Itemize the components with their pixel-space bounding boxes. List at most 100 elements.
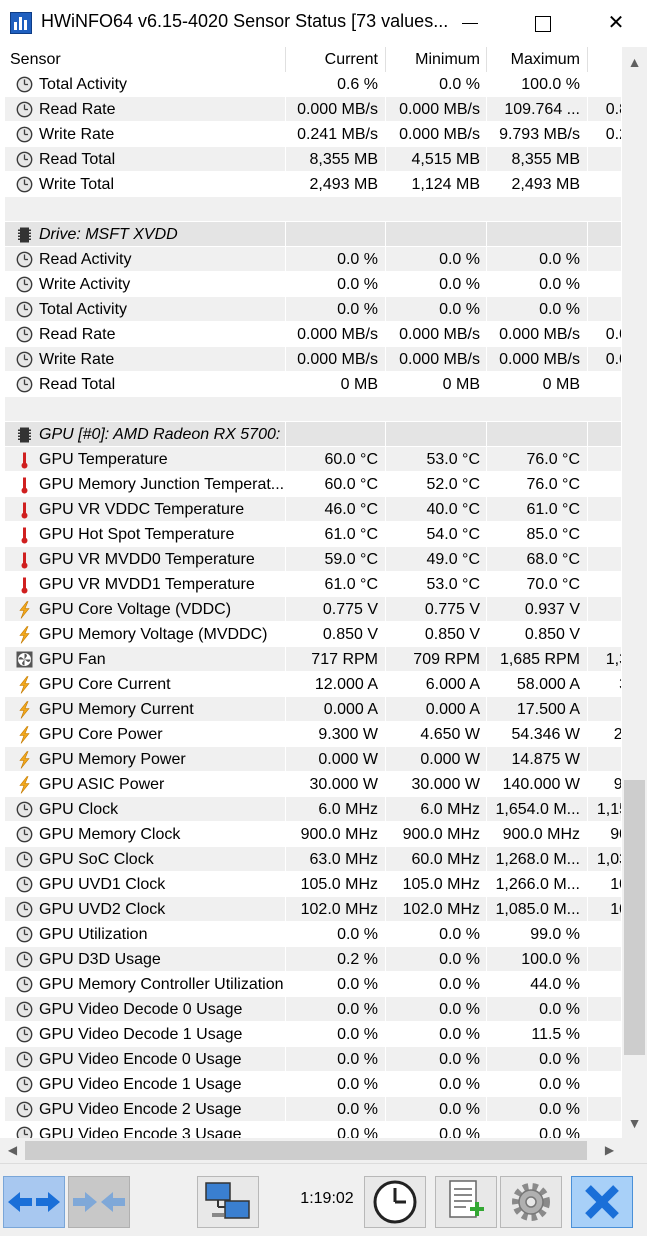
sensor-name-cell: GPU Utilization <box>10 922 285 946</box>
current-value: 61.0 °C <box>324 576 378 593</box>
current-value: 0.000 A <box>323 701 378 718</box>
table-row[interactable]: Read Rate 0.000 MB/s 0.000 MB/s 109.764 ...… <box>5 97 621 122</box>
column-header-maximum[interactable]: Maximum <box>487 47 586 71</box>
horizontal-scroll-thumb[interactable] <box>25 1141 587 1160</box>
table-row[interactable]: GPU Video Encode 1 Usage 0.0 % 0.0 % 0.0 % <box>5 1072 621 1097</box>
table-row[interactable]: GPU Memory Controller Utilization 0.0 % 0.… <box>5 972 621 997</box>
table-row[interactable]: GPU Core Power 9.300 W 4.650 W 54.346 W 2( <box>5 722 621 747</box>
table-row[interactable]: Read Activity 0.0 % 0.0 % 0.0 % <box>5 247 621 272</box>
sensor-name-cell: GPU Memory Controller Utilization <box>10 972 285 996</box>
maximize-icon <box>535 15 551 32</box>
table-row[interactable]: GPU Video Encode 3 Usage 0.0 % 0.0 % 0.0 % <box>5 1122 621 1138</box>
vertical-scroll-thumb[interactable] <box>624 780 645 1055</box>
average-value: 0.2 <box>605 126 621 143</box>
scrollbar-corner <box>622 1138 647 1163</box>
nav-collapse-button[interactable] <box>68 1176 130 1228</box>
table-row[interactable]: GPU D3D Usage 0.2 % 0.0 % 100.0 % <box>5 947 621 972</box>
clock-icon <box>16 301 33 318</box>
column-header-current[interactable]: Current <box>286 47 384 71</box>
table-row[interactable]: Read Rate 0.000 MB/s 0.000 MB/s 0.000 MB/s 0… <box>5 322 621 347</box>
scroll-up-icon[interactable]: ▲ <box>622 47 647 77</box>
current-value: 0.0 % <box>337 1001 378 1018</box>
maximum-value: 0 MB <box>542 376 580 393</box>
scroll-right-icon[interactable]: ▶ <box>597 1138 622 1163</box>
scroll-down-icon[interactable]: ▼ <box>622 1108 647 1138</box>
maximum-value: 70.0 °C <box>526 576 580 593</box>
table-row[interactable]: GPU Memory Junction Temperat... 60.0 °C 52… <box>5 472 621 497</box>
lightning-icon <box>16 726 33 744</box>
column-header-minimum[interactable]: Minimum <box>386 47 486 71</box>
maximum-value: 1,685 RPM <box>499 651 580 668</box>
table-row[interactable]: GPU VR MVDD0 Temperature 59.0 °C 49.0 °C 68… <box>5 547 621 572</box>
table-row[interactable]: Write Total 2,493 MB 1,124 MB 2,493 MB <box>5 172 621 197</box>
table-row[interactable]: GPU Video Encode 0 Usage 0.0 % 0.0 % 0.0 % <box>5 1047 621 1072</box>
maximize-button[interactable] <box>513 0 573 46</box>
scroll-left-icon[interactable]: ◀ <box>0 1138 25 1163</box>
vertical-scrollbar[interactable]: ▲ ▼ <box>622 47 647 1138</box>
table-row[interactable]: Total Activity 0.0 % 0.0 % 0.0 % <box>5 297 621 322</box>
table-row[interactable]: Write Rate 0.000 MB/s 0.000 MB/s 0.000 MB/s… <box>5 347 621 372</box>
maximum-value: 14.875 W <box>511 751 580 768</box>
sensor-group-row[interactable]: Drive: MSFT XVDD <box>5 222 621 247</box>
sensor-table[interactable]: Sensor Current Minimum Maximum Total Act… <box>5 47 621 1138</box>
title-bar[interactable]: HWiNFO64 v6.15-4020 Sensor Status [73 va… <box>0 0 647 46</box>
sensor-label: Total Activity <box>39 301 128 318</box>
minimum-value: 49.0 °C <box>426 551 480 568</box>
table-row[interactable]: Total Activity 0.6 % 0.0 % 100.0 % <box>5 72 621 97</box>
network-button[interactable] <box>197 1176 259 1228</box>
table-row[interactable]: GPU Core Voltage (VDDC) 0.775 V 0.775 V 0.9… <box>5 597 621 622</box>
current-value: 717 RPM <box>311 651 378 668</box>
table-row[interactable]: GPU Temperature 60.0 °C 53.0 °C 76.0 °C <box>5 447 621 472</box>
table-row[interactable]: GPU Memory Current 0.000 A 0.000 A 17.500 A <box>5 697 621 722</box>
table-row[interactable]: GPU UVD2 Clock 102.0 MHz 102.0 MHz 1,085.0 … <box>5 897 621 922</box>
average-value <box>588 447 621 471</box>
minimum-value: 0.0 % <box>439 1051 480 1068</box>
window-close-button[interactable]: ✕ <box>586 0 646 46</box>
table-row[interactable]: GPU Video Encode 2 Usage 0.0 % 0.0 % 0.0 % <box>5 1097 621 1122</box>
current-value: 0.0 % <box>337 1076 378 1093</box>
table-row[interactable]: GPU Video Decode 1 Usage 0.0 % 0.0 % 11.5 % <box>5 1022 621 1047</box>
table-row[interactable]: Write Activity 0.0 % 0.0 % 0.0 % <box>5 272 621 297</box>
average-value: 0.0 <box>605 351 621 368</box>
sensor-name-cell: Read Activity <box>10 247 285 271</box>
table-row[interactable]: Read Total 0 MB 0 MB 0 MB <box>5 372 621 397</box>
sensor-group-row[interactable]: GPU [#0]: AMD Radeon RX 5700: <box>5 422 621 447</box>
clock-icon <box>16 1026 33 1043</box>
table-row[interactable]: Write Rate 0.241 MB/s 0.000 MB/s 9.793 MB/s… <box>5 122 621 147</box>
table-row[interactable]: GPU Utilization 0.0 % 0.0 % 99.0 % <box>5 922 621 947</box>
table-row[interactable]: GPU VR VDDC Temperature 46.0 °C 40.0 °C 61.… <box>5 497 621 522</box>
table-row[interactable]: GPU Clock 6.0 MHz 6.0 MHz 1,654.0 M... 1,15 <box>5 797 621 822</box>
nav-left-right-button[interactable] <box>3 1176 65 1228</box>
maximum-value: 100.0 % <box>521 951 580 968</box>
table-row[interactable]: GPU ASIC Power 30.000 W 30.000 W 140.000 W 9… <box>5 772 621 797</box>
table-row[interactable]: GPU VR MVDD1 Temperature 61.0 °C 53.0 °C 70… <box>5 572 621 597</box>
table-row[interactable]: GPU Fan 717 RPM 709 RPM 1,685 RPM 1,3 <box>5 647 621 672</box>
settings-button[interactable] <box>500 1176 562 1228</box>
table-row[interactable]: GPU SoC Clock 63.0 MHz 60.0 MHz 1,268.0 M..… <box>5 847 621 872</box>
table-row[interactable]: GPU Video Decode 0 Usage 0.0 % 0.0 % 0.0 % <box>5 997 621 1022</box>
column-header-sensor[interactable]: Sensor <box>10 47 285 71</box>
current-value: 6.0 MHz <box>318 801 378 818</box>
minimum-value: 0.0 % <box>439 251 480 268</box>
sensor-name-cell: GPU Video Encode 0 Usage <box>10 1047 285 1071</box>
clock-button[interactable] <box>364 1176 426 1228</box>
current-value: 0 MB <box>340 376 378 393</box>
report-button[interactable] <box>435 1176 497 1228</box>
table-row[interactable]: GPU Memory Power 0.000 W 0.000 W 14.875 W ( <box>5 747 621 772</box>
table-row[interactable]: GPU Hot Spot Temperature 61.0 °C 54.0 °C 85… <box>5 522 621 547</box>
table-row[interactable]: GPU UVD1 Clock 105.0 MHz 105.0 MHz 1,266.0 … <box>5 872 621 897</box>
minimize-button[interactable] <box>440 0 500 46</box>
chip-icon <box>16 426 33 443</box>
table-row[interactable]: Read Total 8,355 MB 4,515 MB 8,355 MB <box>5 147 621 172</box>
table-row[interactable]: GPU Memory Clock 900.0 MHz 900.0 MHz 900.0 … <box>5 822 621 847</box>
average-value <box>588 522 621 546</box>
average-value: 1,3 <box>605 651 621 668</box>
clock-icon <box>16 826 33 843</box>
table-row[interactable]: GPU Memory Voltage (MVDDC) 0.850 V 0.850 V… <box>5 622 621 647</box>
close-sensors-button[interactable] <box>571 1176 633 1228</box>
horizontal-scrollbar[interactable]: ◀ ▶ <box>0 1138 647 1163</box>
current-value: 0.6 % <box>337 76 378 93</box>
sensor-label: GPU Video Encode 0 Usage <box>39 1051 242 1068</box>
table-row[interactable]: GPU Core Current 12.000 A 6.000 A 58.000 A 3 <box>5 672 621 697</box>
sensor-label: GPU Memory Voltage (MVDDC) <box>39 626 268 643</box>
